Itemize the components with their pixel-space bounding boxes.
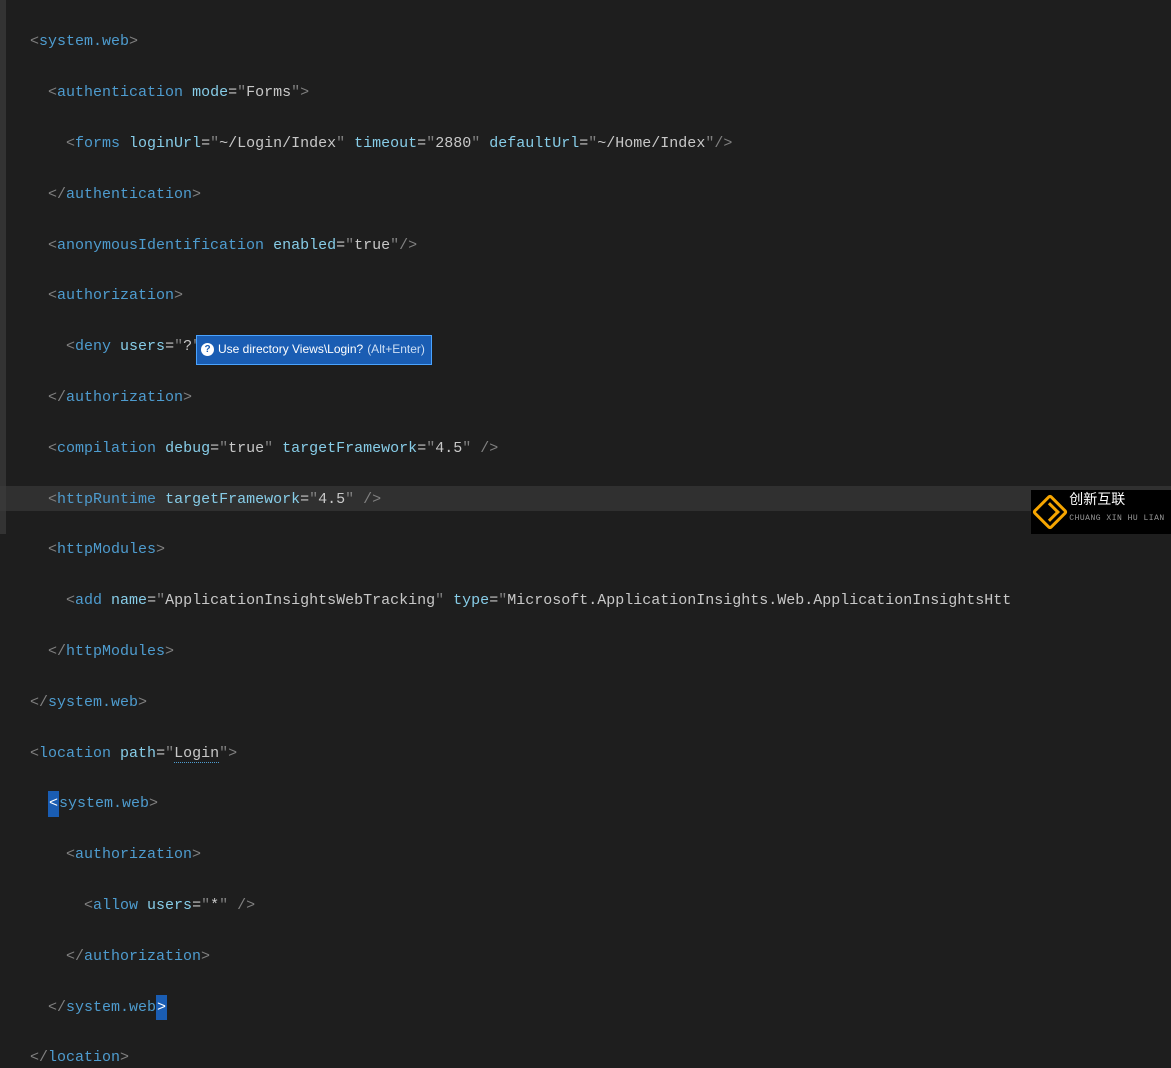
tooltip-shortcut: (Alt+Enter) [367,337,425,362]
code-line[interactable]: <authorization> [12,283,1011,308]
code-line[interactable]: </authentication> [12,182,1011,207]
code-line[interactable]: <allow users="*" /> [12,893,1011,918]
code-line[interactable]: <authorization> [12,842,1011,867]
code-line[interactable]: <httpRuntime targetFramework="4.5" /> [12,487,1011,512]
code-editor[interactable]: <system.web> <authentication mode="Forms… [12,4,1011,1068]
code-line[interactable]: </location> [12,1045,1011,1068]
code-line[interactable]: <forms loginUrl="~/Login/Index" timeout=… [12,131,1011,156]
code-line[interactable]: </authorization> [12,944,1011,969]
code-line[interactable]: <location path="Login"> [12,741,1011,766]
help-icon: ? [201,343,214,356]
code-line[interactable]: </system.web> [12,690,1011,715]
quick-action-tooltip[interactable]: ? Use directory Views\Login? (Alt+Enter) [196,335,432,365]
code-line[interactable]: </authorization> [12,385,1011,410]
code-line[interactable]: <system.web> [12,29,1011,54]
watermark-logo-icon [1032,494,1069,531]
code-line[interactable]: <authentication mode="Forms"> [12,80,1011,105]
editor-gutter [0,0,6,534]
code-line[interactable]: <deny users="?"/> [12,334,1011,359]
code-line[interactable]: <system.web> [12,791,1011,816]
code-line[interactable]: </system.web> [12,995,1011,1020]
code-line[interactable]: <add name="ApplicationInsightsWebTrackin… [12,588,1011,613]
watermark-badge: 创新互联 CHUANG XIN HU LIAN [1031,490,1171,534]
watermark-subtitle: CHUANG XIN HU LIAN [1069,506,1164,531]
code-line[interactable]: <anonymousIdentification enabled="true"/… [12,233,1011,258]
tooltip-text: Use directory Views\Login? [218,337,363,362]
code-line[interactable]: <compilation debug="true" targetFramewor… [12,436,1011,461]
code-line[interactable]: <httpModules> [12,537,1011,562]
code-line[interactable]: </httpModules> [12,639,1011,664]
watermark-title: 创新互联 [1069,492,1164,506]
